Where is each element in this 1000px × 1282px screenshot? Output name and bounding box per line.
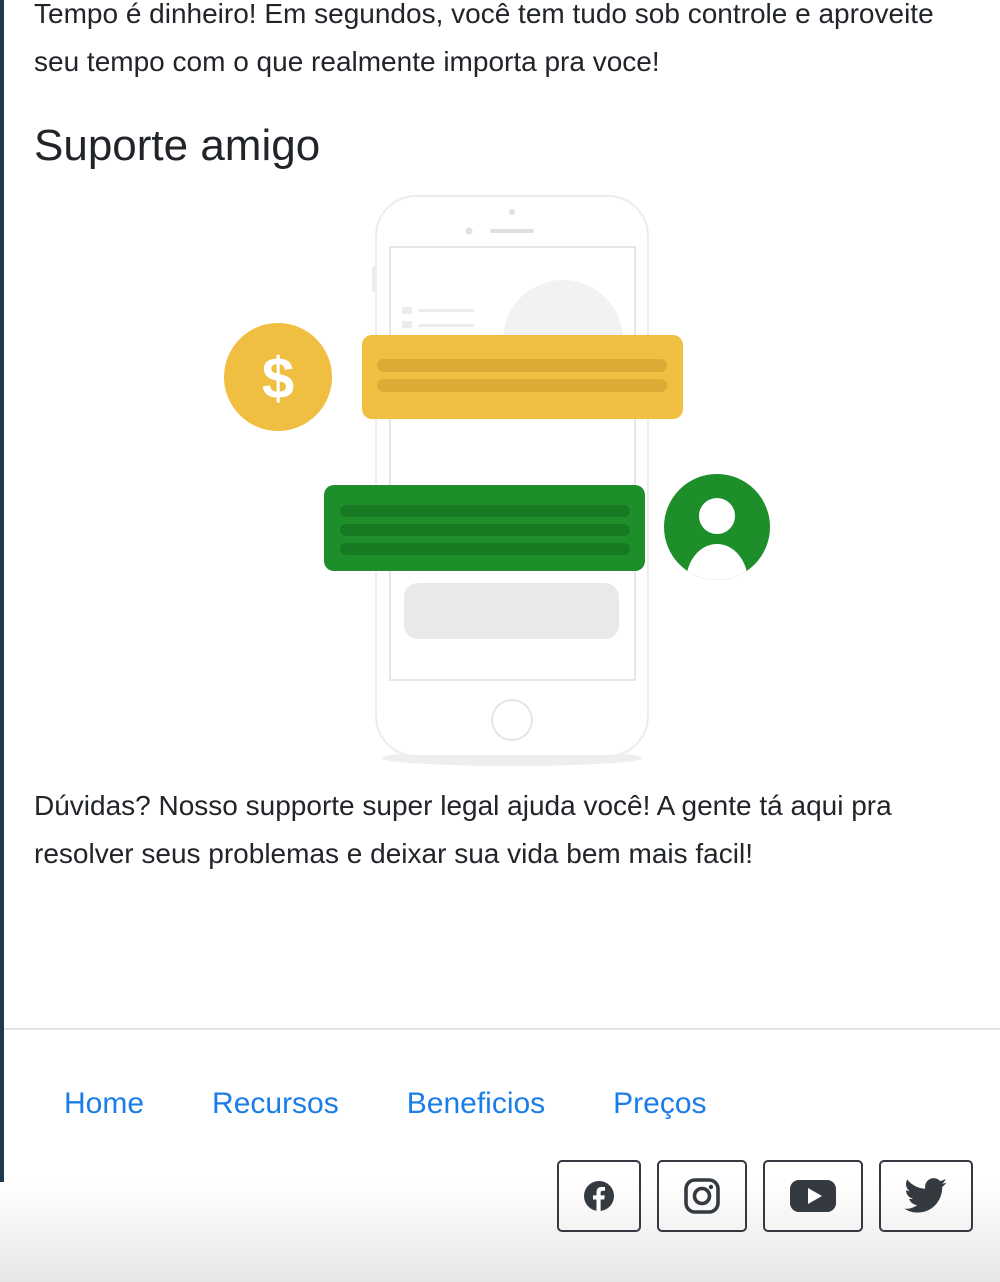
footer-link-recursos[interactable]: Recursos xyxy=(212,1080,339,1128)
yellow-bubble-line-1 xyxy=(377,359,667,372)
phone-home-button xyxy=(491,699,533,741)
youtube-icon xyxy=(790,1180,836,1212)
phone-speaker-dot xyxy=(509,209,515,215)
window-edge xyxy=(0,0,4,1282)
screen-list-bullet-1 xyxy=(402,307,412,314)
phone-side-button xyxy=(372,266,375,292)
instagram-icon xyxy=(684,1178,720,1214)
facebook-icon xyxy=(584,1181,614,1211)
footer-divider xyxy=(4,1028,1000,1030)
support-illustration: $ xyxy=(220,190,780,770)
screen-list-line-2 xyxy=(418,324,474,327)
support-phone-illustration: $ xyxy=(224,195,770,766)
phone-camera xyxy=(465,227,473,235)
facebook-button[interactable] xyxy=(557,1160,641,1232)
intro-paragraph: Tempo é dinheiro! Em segundos, você tem … xyxy=(34,0,934,77)
green-bubble-line-1 xyxy=(340,505,630,517)
gray-message-bubble xyxy=(404,583,619,639)
green-bubble-line-3 xyxy=(340,543,630,555)
footer-link-beneficios[interactable]: Beneficios xyxy=(407,1080,545,1128)
dollar-symbol: $ xyxy=(262,346,294,411)
footer-nav: Home Recursos Beneficios Preços xyxy=(64,1080,775,1128)
green-bubble-line-2 xyxy=(340,524,630,536)
twitter-icon xyxy=(904,1178,947,1213)
screen-list-line-1 xyxy=(418,309,474,312)
yellow-message-bubble xyxy=(362,335,683,419)
youtube-button[interactable] xyxy=(763,1160,863,1232)
section-title-suporte: Suporte amigo xyxy=(34,121,321,170)
phone-speaker xyxy=(490,229,534,233)
twitter-button[interactable] xyxy=(879,1160,973,1232)
footer-link-precos[interactable]: Preços xyxy=(613,1080,706,1128)
yellow-bubble-line-2 xyxy=(377,379,667,392)
support-paragraph: Dúvidas? Nosso supporte super legal ajud… xyxy=(34,790,892,869)
instagram-button[interactable] xyxy=(657,1160,747,1232)
screen-list-bullet-2 xyxy=(402,321,412,328)
footer-link-home[interactable]: Home xyxy=(64,1080,144,1128)
